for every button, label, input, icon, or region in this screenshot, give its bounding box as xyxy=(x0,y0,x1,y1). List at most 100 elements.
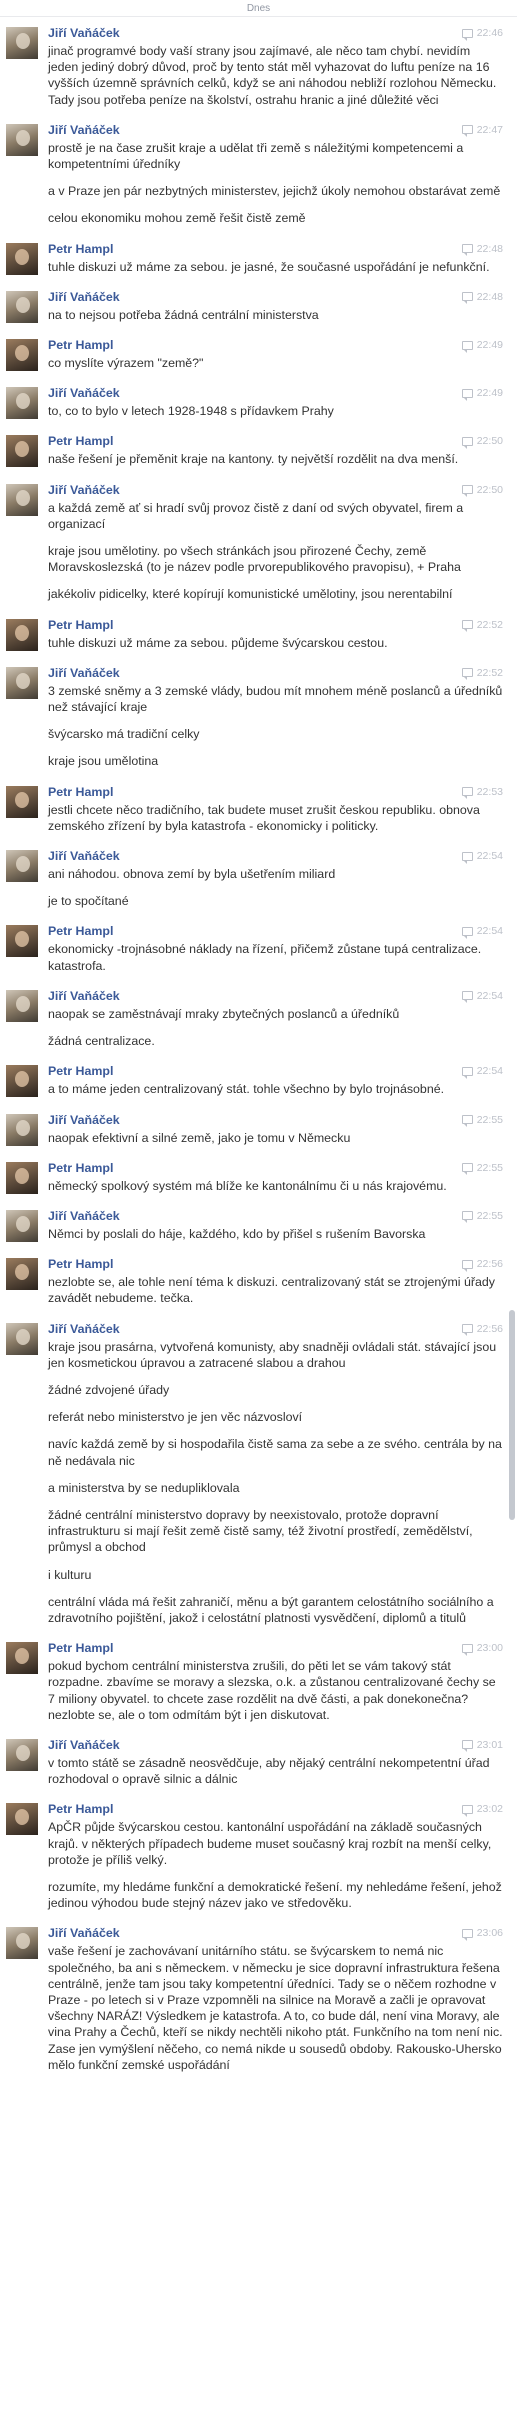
timestamp: 22:48 xyxy=(476,242,503,255)
message-meta: 23:01 xyxy=(461,1737,503,1753)
chat-bubble-icon[interactable] xyxy=(461,340,473,353)
avatar[interactable] xyxy=(6,435,38,468)
message-text: a ministerstva by se nedupliklovala xyxy=(48,1480,240,1495)
sender-name[interactable]: Jiří Vaňáček xyxy=(48,1737,120,1753)
message-body: Petr Hampl 22:54 a to máme jeden centraliz… xyxy=(48,1063,503,1097)
avatar[interactable] xyxy=(6,785,38,818)
chat-bubble-icon[interactable] xyxy=(461,991,473,1004)
avatar[interactable] xyxy=(6,242,38,275)
message-meta: 22:54 xyxy=(461,923,503,939)
message-text: to, co to bylo v letech 1928-1948 s příd… xyxy=(48,404,334,419)
chat-bubble-icon[interactable] xyxy=(461,436,473,449)
sender-name[interactable]: Petr Hampl xyxy=(48,1801,113,1817)
chat-bubble-icon[interactable] xyxy=(461,1115,473,1127)
sender-name[interactable]: Petr Hampl xyxy=(48,337,113,353)
avatar[interactable] xyxy=(6,1642,38,1675)
message-body: Jiří Vaňáček 22:48 na to nejsou potřeba žá… xyxy=(48,289,503,323)
timestamp: 22:46 xyxy=(476,27,503,39)
chat-bubble-icon[interactable] xyxy=(461,1211,473,1224)
chat-bubble-icon[interactable] xyxy=(461,244,473,257)
sender-name[interactable]: Jiří Vaňáček xyxy=(48,988,120,1004)
sender-name[interactable]: Jiří Vaňáček xyxy=(48,1208,120,1224)
sender-name[interactable]: Jiří Vaňáček xyxy=(48,289,120,305)
message-body: Jiří Vaňáček 23:06 vaše řešení je zachováv… xyxy=(48,1925,503,2073)
chat-bubble-icon[interactable] xyxy=(461,1928,473,1941)
avatar[interactable] xyxy=(6,483,38,516)
timestamp: 22:55 xyxy=(476,1161,503,1174)
avatar[interactable] xyxy=(6,989,38,1022)
message-text: žádné zdvojené úřady xyxy=(48,1382,170,1397)
sender-name[interactable]: Jiří Vaňáček xyxy=(48,122,120,138)
sender-name[interactable]: Petr Hampl xyxy=(48,784,113,800)
chat-bubble-icon[interactable] xyxy=(461,1066,473,1079)
chat-bubble-icon[interactable] xyxy=(461,620,473,633)
avatar[interactable] xyxy=(6,1113,38,1146)
avatar[interactable] xyxy=(6,850,38,883)
chat-bubble-icon[interactable] xyxy=(461,28,473,41)
avatar[interactable] xyxy=(6,1738,38,1771)
message-text: Němci by poslali do háje, každého, kdo b… xyxy=(48,1226,426,1241)
avatar[interactable] xyxy=(6,290,38,323)
chat-bubble-icon[interactable] xyxy=(461,787,473,800)
avatar[interactable] xyxy=(6,1322,38,1355)
message: Petr Hampl 22:56 nezlobte se, ale tohle ne… xyxy=(0,1248,517,1312)
sender-name[interactable]: Petr Hampl xyxy=(48,617,113,633)
sender-name[interactable]: Petr Hampl xyxy=(48,1256,113,1272)
message-meta: 22:55 xyxy=(461,1208,503,1224)
sender-name[interactable]: Jiří Vaňáček xyxy=(48,482,120,498)
chat-bubble-icon[interactable] xyxy=(461,1324,473,1337)
avatar[interactable] xyxy=(6,387,38,420)
avatar[interactable] xyxy=(6,123,38,156)
avatar[interactable] xyxy=(6,1065,38,1098)
scrollbar[interactable] xyxy=(509,1310,515,1520)
avatar[interactable] xyxy=(6,1927,38,1960)
chat-bubble-icon[interactable] xyxy=(461,926,473,939)
sender-name[interactable]: Petr Hampl xyxy=(48,241,113,257)
sender-name[interactable]: Jiří Vaňáček xyxy=(48,848,120,864)
message-body: Petr Hampl 22:56 nezlobte se, ale tohle ne… xyxy=(48,1256,503,1306)
chat-bubble-icon[interactable] xyxy=(461,668,473,681)
message-text: navíc každá země by si hospodařila čistě… xyxy=(48,1437,502,1468)
avatar[interactable] xyxy=(6,1209,38,1242)
sender-name[interactable]: Petr Hampl xyxy=(48,433,113,449)
sender-name[interactable]: Jiří Vaňáček xyxy=(48,385,120,401)
message-header: Petr Hampl 22:53 xyxy=(48,784,503,800)
message-header: Jiří Vaňáček 22:56 xyxy=(48,1321,503,1337)
sender-name[interactable]: Jiří Vaňáček xyxy=(48,1112,120,1128)
chat-bubble-icon[interactable] xyxy=(461,1163,473,1176)
avatar[interactable] xyxy=(6,666,38,699)
message-body: Jiří Vaňáček 22:47 prostě je na čase zruši… xyxy=(48,122,503,227)
sender-name[interactable]: Petr Hampl xyxy=(48,1160,113,1176)
message-body: Petr Hampl 23:02 ApČR půjde švýcarskou ces… xyxy=(48,1801,503,1911)
chat-bubble-icon[interactable] xyxy=(461,125,473,138)
chat-bubble-icon[interactable] xyxy=(461,485,473,498)
avatar[interactable] xyxy=(6,618,38,651)
timestamp: 23:01 xyxy=(476,1738,503,1751)
avatar[interactable] xyxy=(6,1161,38,1194)
sender-name[interactable]: Jiří Vaňáček xyxy=(48,1321,120,1337)
chat-bubble-icon[interactable] xyxy=(461,1259,473,1272)
avatar[interactable] xyxy=(6,1803,38,1836)
sender-name[interactable]: Petr Hampl xyxy=(48,1640,113,1656)
sender-name[interactable]: Jiří Vaňáček xyxy=(48,665,120,681)
chat-bubble-icon[interactable] xyxy=(461,851,473,864)
sender-name[interactable]: Petr Hampl xyxy=(48,923,113,939)
message-text: nezlobte se, ale tohle není téma k disku… xyxy=(48,1275,495,1306)
message-header: Jiří Vaňáček 23:01 xyxy=(48,1737,503,1753)
sender-name[interactable]: Jiří Vaňáček xyxy=(48,1925,120,1941)
sender-name[interactable]: Petr Hampl xyxy=(48,1063,113,1079)
message-text: naše řešení je přeměnit kraje na kantony… xyxy=(48,452,459,467)
message-body: Jiří Vaňáček 22:55 Němci by poslali do háj… xyxy=(48,1208,503,1242)
chat-bubble-icon[interactable] xyxy=(461,1643,473,1656)
chat-bubble-icon[interactable] xyxy=(461,388,473,401)
sender-name[interactable]: Jiří Vaňáček xyxy=(48,25,120,41)
chat-bubble-icon[interactable] xyxy=(461,292,473,305)
chat-bubble-icon[interactable] xyxy=(461,1804,473,1817)
avatar[interactable] xyxy=(6,925,38,958)
avatar[interactable] xyxy=(6,339,38,372)
message-meta: 22:48 xyxy=(461,289,503,305)
avatar[interactable] xyxy=(6,1258,38,1291)
message-body: Petr Hampl 23:00 pokud bychom centrální mi… xyxy=(48,1640,503,1723)
chat-bubble-icon[interactable] xyxy=(461,1740,473,1753)
avatar[interactable] xyxy=(6,27,38,59)
